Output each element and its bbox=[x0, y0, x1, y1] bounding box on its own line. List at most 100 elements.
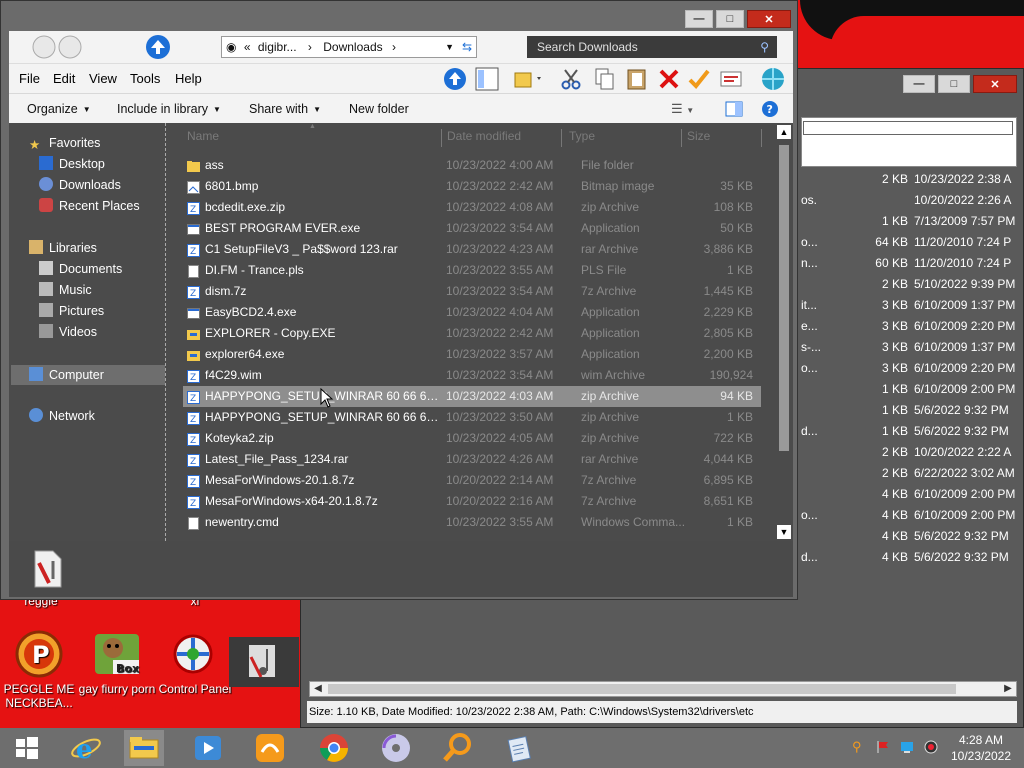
table-row[interactable]: EasyBCD2.4.exe 10/23/2022 4:04 AM Applicat… bbox=[183, 302, 761, 323]
table-row[interactable]: Z C1 SetupFileV3 _ Pa$$word 123.rar 10/23/… bbox=[183, 239, 761, 260]
nav-documents[interactable]: Documents bbox=[39, 259, 122, 279]
include-in-library-button[interactable]: Include in library ▼ bbox=[117, 94, 221, 124]
desktop-icon-control-panel[interactable]: Control Panel bbox=[156, 630, 234, 696]
chevron-right-icon[interactable]: › bbox=[392, 37, 396, 57]
list-item[interactable]: e... 3 KB 6/10/2009 2:20 PM bbox=[801, 316, 1024, 337]
chevron-right-icon[interactable]: › bbox=[308, 37, 312, 57]
organize-button[interactable]: Organize ▼ bbox=[27, 94, 91, 124]
nav-pictures[interactable]: Pictures bbox=[39, 301, 104, 321]
scroll-up-icon[interactable]: ▲ bbox=[777, 125, 791, 139]
list-item[interactable]: 2 KB 10/20/2022 2:22 A bbox=[801, 442, 1024, 463]
nav-computer[interactable]: Computer bbox=[29, 365, 104, 385]
copy-icon[interactable] bbox=[593, 67, 617, 91]
list-item[interactable]: s-... 3 KB 6/10/2009 1:37 PM bbox=[801, 337, 1024, 358]
list-item[interactable]: 2 KB 5/10/2022 9:39 PM bbox=[801, 274, 1024, 295]
volume-tray-icon[interactable] bbox=[924, 740, 938, 754]
table-row[interactable]: ZHAPPYPONG_SETUP_WINRAR 60 66 60 0...10/… bbox=[183, 386, 761, 407]
table-row[interactable]: DI.FM - Trance.pls 10/23/2022 3:55 AM PLS … bbox=[183, 260, 761, 281]
list-item[interactable]: 1 KB 7/13/2009 7:57 PM bbox=[801, 211, 1024, 232]
column-header-size[interactable]: Size bbox=[687, 129, 710, 143]
column-divider[interactable] bbox=[761, 129, 762, 147]
system-clock[interactable]: 4:28 AM 10/23/2022 bbox=[946, 732, 1016, 764]
search-app-icon[interactable] bbox=[442, 732, 474, 764]
table-row[interactable]: Z MesaForWindows-20.1.8.7z 10/20/2022 2:14… bbox=[183, 470, 761, 491]
list-item[interactable]: os. 10/20/2022 2:26 A bbox=[801, 190, 1024, 211]
scroll-down-icon[interactable]: ▼ bbox=[777, 525, 791, 539]
list-item[interactable]: 2 KB 6/22/2022 3:02 AM bbox=[801, 463, 1024, 484]
table-row[interactable]: newentry.cmd 10/23/2022 3:55 AM Windows Co… bbox=[183, 512, 761, 533]
table-row[interactable]: Z Koteyka2.zip 10/23/2022 4:05 AM zip Archi… bbox=[183, 428, 761, 449]
breadcrumb-item[interactable]: Downloads bbox=[323, 37, 382, 57]
column-divider[interactable] bbox=[681, 129, 682, 147]
display-tray-icon[interactable] bbox=[900, 740, 914, 754]
menu-file[interactable]: File bbox=[19, 64, 40, 94]
maximize-button[interactable]: □ bbox=[716, 10, 744, 28]
column-header-date-modified[interactable]: Date modified bbox=[447, 129, 521, 143]
list-item[interactable]: 1 KB 5/6/2022 9:32 PM bbox=[801, 400, 1024, 421]
horizontal-scrollbar[interactable]: ◀ ▶ bbox=[309, 681, 1017, 697]
preview-pane-icon[interactable] bbox=[725, 94, 743, 124]
search-input[interactable]: Search Downloads ⚲ bbox=[527, 36, 777, 58]
minimize-button[interactable]: — bbox=[903, 75, 935, 93]
scrollbar-thumb[interactable] bbox=[328, 684, 956, 694]
desktop-icon-box[interactable]: Box gay fiurry porn bbox=[78, 630, 156, 696]
address-dropdown-icon[interactable]: ▼ bbox=[445, 37, 454, 57]
table-row[interactable]: Z MesaForWindows-x64-20.1.8.7z 10/20/2022 … bbox=[183, 491, 761, 512]
windows-start-icon[interactable] bbox=[10, 732, 42, 764]
up-arrow-icon[interactable] bbox=[443, 67, 467, 91]
table-row[interactable]: Zbcdedit.exe.zip 10/23/2022 4:08 AM zip Ar… bbox=[183, 197, 761, 218]
back-forward-buttons[interactable] bbox=[31, 34, 87, 60]
search-icon[interactable]: ⚲ bbox=[760, 36, 769, 58]
list-item[interactable]: d... 1 KB 5/6/2022 9:32 PM bbox=[801, 421, 1024, 442]
flag-tray-icon[interactable] bbox=[876, 740, 890, 754]
table-row[interactable]: Zdism.7z 10/23/2022 3:54 AM 7z Archive 1,44… bbox=[183, 281, 761, 302]
minimize-button[interactable]: — bbox=[685, 10, 713, 28]
help-icon[interactable]: ? bbox=[761, 94, 779, 124]
nav-network[interactable]: Network bbox=[29, 406, 95, 426]
list-item[interactable]: o... 3 KB 6/10/2009 2:20 PM bbox=[801, 358, 1024, 379]
close-button[interactable]: ✕ bbox=[973, 75, 1017, 93]
cut-icon[interactable] bbox=[559, 67, 583, 91]
scroll-right-icon[interactable]: ▶ bbox=[1000, 682, 1016, 696]
list-item[interactable]: 4 KB 5/6/2022 9:32 PM bbox=[801, 526, 1024, 547]
menu-edit[interactable]: Edit bbox=[53, 64, 75, 94]
notepad-icon[interactable] bbox=[504, 732, 536, 764]
refresh-icon[interactable]: ⇆ bbox=[462, 37, 472, 57]
close-button[interactable]: ✕ bbox=[747, 10, 791, 28]
menu-help[interactable]: Help bbox=[175, 64, 202, 94]
desktop-icon-peggle[interactable]: P PEGGLE ME NECKBEA... bbox=[0, 630, 78, 710]
list-item[interactable]: it... 3 KB 6/10/2009 1:37 PM bbox=[801, 295, 1024, 316]
scrollbar-thumb[interactable] bbox=[779, 145, 789, 451]
file-explorer-icon[interactable] bbox=[124, 730, 164, 766]
nav-downloads[interactable]: Downloads bbox=[39, 175, 121, 195]
delete-icon[interactable] bbox=[657, 67, 681, 91]
list-item[interactable]: 1 KB 6/10/2009 2:00 PM bbox=[801, 379, 1024, 400]
nav-music[interactable]: Music bbox=[39, 280, 92, 300]
list-item[interactable]: 4 KB 6/10/2009 2:00 PM bbox=[801, 484, 1024, 505]
breadcrumb-item[interactable]: digibr... bbox=[258, 37, 297, 57]
nav-libraries[interactable]: Libraries bbox=[29, 238, 97, 258]
column-divider[interactable] bbox=[441, 129, 442, 147]
breadcrumb[interactable]: ◉ « digibr... › Downloads › ▼ ⇆ bbox=[221, 36, 477, 58]
globe-icon[interactable] bbox=[761, 67, 785, 91]
column-header-name[interactable]: Name bbox=[187, 129, 219, 143]
media-file-thumbnail[interactable] bbox=[229, 637, 299, 687]
menu-tools[interactable]: Tools bbox=[130, 64, 160, 94]
table-row[interactable]: ZHAPPYPONG_SETUP_WINRAR 60 66 60 0...10/… bbox=[183, 407, 761, 428]
views-icon[interactable] bbox=[513, 67, 541, 91]
search-tray-icon[interactable]: ⚲ bbox=[852, 740, 866, 754]
table-row[interactable]: Zf4C29.wim 10/23/2022 3:54 AM wim Archive 1… bbox=[183, 365, 761, 403]
vertical-scrollbar[interactable]: ▲ ▼ bbox=[775, 123, 793, 541]
dvd-icon[interactable] bbox=[380, 732, 412, 764]
chrome-icon[interactable] bbox=[318, 732, 350, 764]
media-player-icon[interactable] bbox=[192, 732, 224, 764]
nav-recent-places[interactable]: Recent Places bbox=[39, 196, 140, 216]
breadcrumb-overflow[interactable]: « bbox=[244, 37, 251, 57]
new-folder-button[interactable]: New folder bbox=[349, 94, 409, 124]
list-item[interactable]: d... 4 KB 5/6/2022 9:32 PM bbox=[801, 547, 1024, 568]
menu-view[interactable]: View bbox=[89, 64, 117, 94]
share-with-button[interactable]: Share with ▼ bbox=[249, 94, 321, 124]
maximize-button[interactable]: □ bbox=[938, 75, 970, 93]
explorer-window[interactable]: — □ ✕ ◉ « digibr... › Downloads › ▼ ⇆ Se… bbox=[0, 0, 798, 600]
paste-icon[interactable] bbox=[625, 67, 649, 91]
